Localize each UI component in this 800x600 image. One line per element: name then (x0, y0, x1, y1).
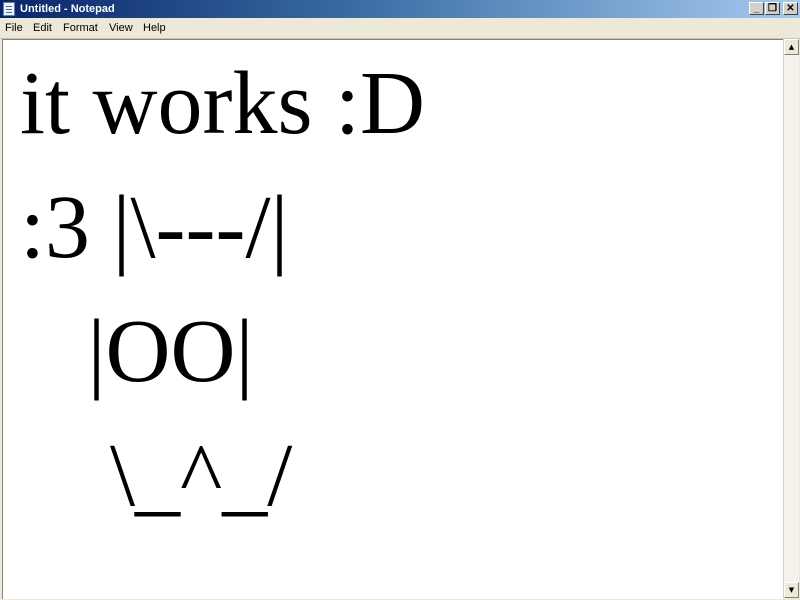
scroll-up-arrow-icon[interactable]: ▲ (784, 39, 799, 55)
title-bar[interactable]: Untitled - Notepad _ ❐ ✕ (0, 0, 800, 18)
vertical-scrollbar[interactable]: ▲ ▼ (783, 39, 799, 598)
text-line-2: :3 |\---/| (20, 178, 289, 277)
restore-button[interactable]: ❐ (765, 2, 780, 15)
notepad-window: Untitled - Notepad _ ❐ ✕ File Edit Forma… (0, 0, 800, 600)
close-button[interactable]: ✕ (783, 2, 798, 15)
window-title: Untitled - Notepad (20, 3, 115, 15)
text-line-4: \_^_/ (20, 426, 293, 525)
text-line-3: |OO| (20, 302, 254, 401)
minimize-button[interactable]: _ (749, 2, 764, 15)
menu-file[interactable]: File (5, 22, 23, 34)
menu-view[interactable]: View (109, 22, 133, 34)
menu-edit[interactable]: Edit (33, 22, 52, 34)
text-line-1: it works :D (20, 54, 425, 153)
document-text: it works :D :3 |\---/| |OO| \_^_/ (20, 42, 425, 538)
text-editor-area[interactable]: it works :D :3 |\---/| |OO| \_^_/ (2, 39, 783, 599)
menu-bar: File Edit Format View Help (0, 18, 800, 39)
menu-format[interactable]: Format (63, 22, 98, 34)
scroll-down-arrow-icon[interactable]: ▼ (784, 582, 799, 598)
menu-help[interactable]: Help (143, 22, 166, 34)
notepad-icon[interactable] (3, 2, 15, 16)
